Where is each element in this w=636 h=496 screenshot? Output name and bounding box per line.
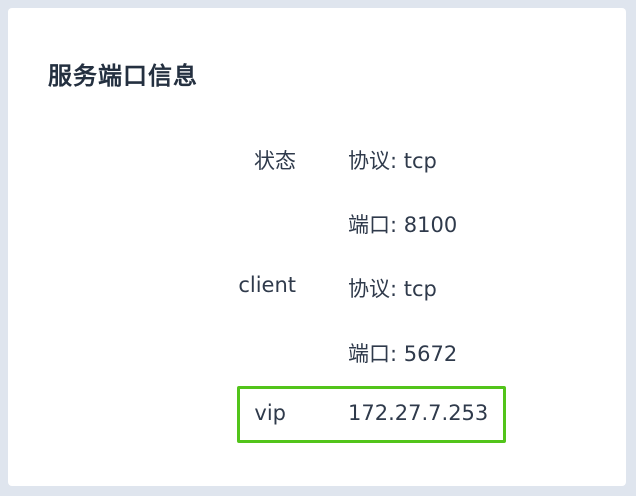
service-port-card: 服务端口信息 状态 协议tcp 端口8100 client 协议tcp 端口56… [8, 8, 626, 486]
protocol-value: tcp [403, 149, 437, 173]
vip-value: 172.27.7.253 [348, 401, 489, 425]
card-title: 服务端口信息 [48, 62, 198, 90]
protocol-value: tcp [403, 277, 437, 301]
port-value: 8100 [403, 213, 458, 237]
row-label-client: client [238, 273, 296, 297]
row-label-vip: vip [254, 401, 286, 425]
port-value: 5672 [403, 342, 458, 366]
protocol-key: 协议 [348, 277, 404, 301]
row-label-status: 状态 [254, 149, 296, 173]
status-protocol: 协议tcp [348, 145, 437, 175]
port-key: 端口 [348, 342, 404, 366]
protocol-key: 协议 [348, 149, 404, 173]
client-port: 端口5672 [348, 338, 457, 368]
client-protocol: 协议tcp [348, 273, 437, 303]
port-key: 端口 [348, 213, 404, 237]
status-port: 端口8100 [348, 209, 457, 239]
